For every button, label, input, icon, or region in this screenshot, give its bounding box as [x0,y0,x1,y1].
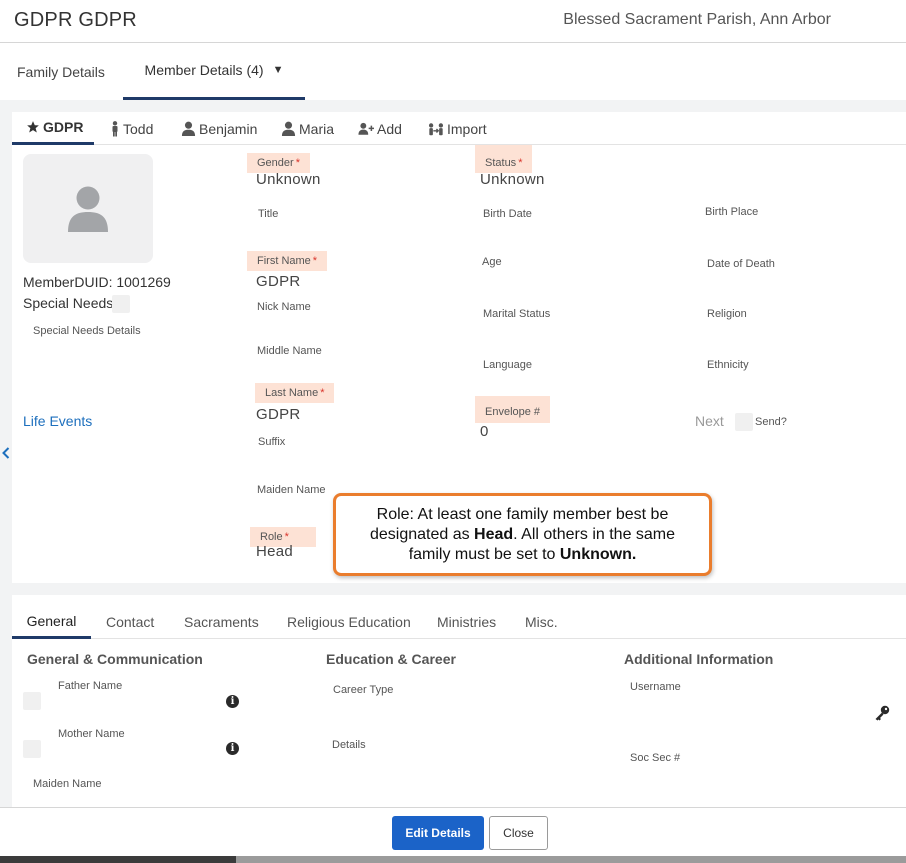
member-tab-todd[interactable]: Todd [110,112,153,145]
last-name-value[interactable]: GDPR [256,406,301,423]
father-name-label: Father Name [58,680,123,692]
father-info-icon[interactable]: i [226,695,239,708]
top-tabs: Family Details Member Details (4) ▼ [0,43,906,100]
username-label: Username [630,681,681,693]
next-label: Next [695,413,724,429]
maiden-name-label-lower: Maiden Name [33,778,102,790]
parish-name: Blessed Sacrament Parish, Ann Arbor [563,11,831,28]
member-tab-label: Benjamin [199,120,258,137]
middle-name-label: Middle Name [257,345,322,357]
tab-ministries[interactable]: Ministries [437,605,496,639]
edit-details-button[interactable]: Edit Details [392,816,484,850]
religion-label: Religion [707,308,747,320]
mother-name-label: Mother Name [58,728,125,740]
maiden-name-label: Maiden Name [257,484,326,496]
last-name-label: Last Name * [255,383,335,403]
bottom-bar-gray [236,856,906,863]
date-of-death-label: Date of Death [707,258,775,270]
suffix-label: Suffix [258,436,286,448]
lower-tabs: General Contact Sacraments Religious Edu… [12,605,906,639]
person-icon [181,121,196,136]
member-tab-add[interactable]: Add [358,112,402,145]
first-name-label: First Name * [247,251,328,271]
import-people-icon [428,122,444,136]
member-tab-label: Import [447,120,487,137]
page-header: GDPR GDPR Blessed Sacrament Parish, Ann … [0,0,906,43]
close-button[interactable]: Close [489,816,548,850]
footer-bar: Edit Details Close [0,807,906,856]
member-tab-label: GDPR [43,119,84,135]
member-duid: MemberDUID: 1001269 [23,274,171,290]
additional-information-heading: Additional Information [624,651,774,667]
education-career-heading: Education & Career [326,651,456,667]
mother-info-icon[interactable]: i [226,742,239,755]
gender-value[interactable]: Unknown [256,171,321,188]
language-label: Language [483,359,532,371]
details-label: Details [332,739,366,751]
tab-religious-education[interactable]: Religious Education [287,605,411,639]
special-needs-details-label: Special Needs Details [33,325,141,337]
tab-general[interactable]: General [12,605,91,639]
page-title: GDPR GDPR [14,9,137,31]
nick-name-label: Nick Name [257,301,311,313]
general-communication-heading: General & Communication [27,651,203,667]
star-icon [26,120,40,134]
gender-label: Gender * [247,153,310,173]
person-icon [281,121,296,136]
member-tabs: GDPR Todd Benjamin Maria Add Import [12,112,906,145]
tab-member-details[interactable]: Member Details (4) ▼ [123,43,305,100]
tab-member-details-label: Member Details (4) [144,62,264,78]
role-value[interactable]: Head [256,543,293,560]
key-icon[interactable] [874,705,890,726]
chevron-left-icon[interactable] [0,443,12,463]
marital-status-label: Marital Status [483,308,551,320]
avatar-placeholder-icon [68,186,108,232]
tab-sacraments[interactable]: Sacraments [184,605,259,639]
member-tab-label: Todd [123,120,154,137]
ethnicity-label: Ethnicity [707,359,749,371]
role-callout: Role: At least one family member best be… [333,493,712,576]
send-checkbox[interactable] [735,413,753,431]
divider-band [0,100,906,112]
first-name-value[interactable]: GDPR [256,273,301,290]
birth-place-label: Birth Place [705,206,759,218]
member-avatar[interactable] [23,154,153,263]
soc-sec-label: Soc Sec # [630,752,681,764]
member-tab-gdpr[interactable]: GDPR [12,112,94,145]
person-standing-icon [110,120,120,137]
bottom-bar-dark [0,856,236,863]
life-events-link[interactable]: Life Events [23,413,92,429]
member-tab-benjamin[interactable]: Benjamin [181,112,257,145]
status-value[interactable]: Unknown [480,171,545,188]
age-label: Age [482,256,502,268]
member-tab-import[interactable]: Import [428,112,487,145]
member-tab-label: Add [377,120,402,137]
title-label: Title [258,208,279,220]
section-divider-band [12,583,906,595]
member-tab-maria[interactable]: Maria [281,112,334,145]
special-needs-checkbox[interactable] [112,295,130,313]
mother-name-checkbox[interactable] [23,740,41,758]
envelope-label: Envelope # [475,396,551,423]
send-label: Send? [755,416,787,428]
envelope-value[interactable]: 0 [480,423,489,440]
special-needs-label: Special Needs [23,295,114,311]
chevron-down-icon[interactable]: ▼ [273,64,284,76]
status-label: Status * [475,145,533,173]
birth-date-label: Birth Date [483,208,532,220]
member-tab-label: Maria [299,120,335,137]
tab-family-details[interactable]: Family Details [17,43,105,100]
tab-misc[interactable]: Misc. [525,605,558,639]
father-name-checkbox[interactable] [23,692,41,710]
add-person-icon [358,122,374,135]
tab-contact[interactable]: Contact [106,605,154,639]
career-type-label: Career Type [333,684,394,696]
